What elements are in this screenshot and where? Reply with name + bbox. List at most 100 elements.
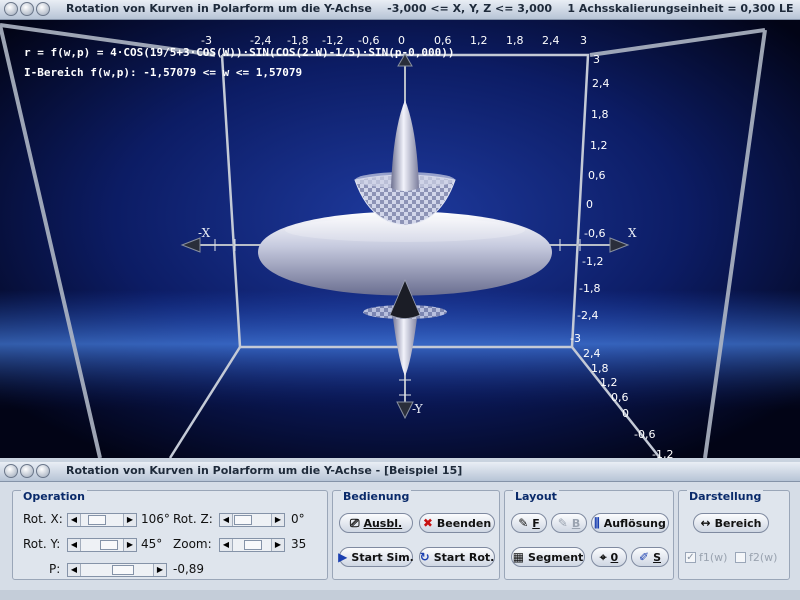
f2-checkbox[interactable]: f2(w) [735,551,777,564]
window-menu-icon[interactable] [4,464,18,478]
segment-label: Segment [528,550,584,564]
p-label: P: [49,562,61,576]
layout-group: Layout ✎ F ✎ B ⫼ Auflösung ▦ Segment ⌖ 0 ✐ S [504,490,674,580]
slider-thumb[interactable] [88,515,106,525]
right-tick: -3 [570,332,581,345]
grid-icon: ▦ [512,550,525,564]
rotz-value: 0° [291,512,305,526]
scroll-right-icon[interactable]: ▶ [123,539,136,551]
s-button[interactable]: ✐ S [631,547,669,567]
roty-value: 45° [141,537,163,551]
b-button[interactable]: ✎ B [551,513,587,533]
top-tick: 1,2 [470,34,488,47]
start-rot-button[interactable]: ↻ Start Rot. [419,547,495,567]
status-bar [0,590,800,600]
top-tick: -2,4 [250,34,272,47]
scroll-right-icon[interactable]: ▶ [271,514,284,526]
lower-tick: 0 [622,407,629,420]
window-title-scale: 1 Achsskalierungseinheit = 0,300 LE [567,2,794,15]
lower-tick: 1,2 [600,376,618,389]
f1-checkbox[interactable]: ✓ f1(w) [685,551,727,564]
beenden-label: Beenden [436,516,492,530]
right-tick: 3 [593,53,600,66]
panel-title: Rotation von Kurven in Polarform um die … [66,464,463,477]
bereich-label: Bereich [714,516,762,530]
ausbl-button[interactable]: ⎚ Ausbl. [339,513,413,533]
restore-icon[interactable] [36,464,50,478]
zero-label: 0 [610,550,619,564]
layout-title: Layout [513,490,559,503]
right-tick: -2,4 [577,309,599,322]
scroll-left-icon[interactable]: ◀ [220,539,233,551]
range-icon: ↔ [700,516,711,530]
scroll-left-icon[interactable]: ◀ [68,564,81,576]
rotx-slider[interactable]: ◀ ▶ [67,513,137,527]
zoom-label: Zoom: [173,537,212,551]
beenden-button[interactable]: ✖ Beenden [419,513,495,533]
top-tick: 3 [580,34,587,47]
roty-label: Rot. Y: [23,537,61,551]
close-x-icon: ✖ [422,516,433,530]
right-tick: 1,2 [590,139,608,152]
start-sim-label: Start Sim. [351,550,414,564]
lower-tick: -1,2 [652,448,674,458]
p-value: -0,89 [173,562,205,576]
aufloesung-button[interactable]: ⫼ Auflösung [591,513,669,533]
slider-thumb[interactable] [112,565,134,575]
slider-thumb[interactable] [234,515,252,525]
lower-tick: -0,6 [634,428,656,441]
scroll-right-icon[interactable]: ▶ [123,514,136,526]
p-slider[interactable]: ◀ ▶ [67,563,167,577]
top-tick: -0,6 [358,34,380,47]
scroll-right-icon[interactable]: ▶ [153,564,166,576]
minimize-icon[interactable] [20,2,34,16]
pencil-icon: ✐ [639,550,650,564]
operation-title: Operation [21,490,87,503]
rotz-label: Rot. Z: [173,512,213,526]
scroll-left-icon[interactable]: ◀ [220,514,233,526]
operation-group: Operation Rot. X: ◀ ▶ 106° Rot. Y: ◀ ▶ 4… [12,490,328,580]
bedienung-group: Bedienung ⎚ Ausbl. ✖ Beenden ▶ Start Sim. ↻… [332,490,500,580]
crosshair-icon: ⌖ [599,549,607,564]
roty-slider[interactable]: ◀ ▶ [67,538,137,552]
start-rot-label: Start Rot. [433,550,495,564]
window-controls [4,2,50,16]
scene-graphic [0,20,800,458]
zero-button[interactable]: ⌖ 0 [591,547,627,567]
resolution-icon: ⫼ [594,515,600,530]
top-tick: 0 [398,34,405,47]
darstellung-title: Darstellung [687,490,764,503]
start-sim-button[interactable]: ▶ Start Sim. [338,547,414,567]
slider-thumb[interactable] [100,540,118,550]
f2-check-icon[interactable] [735,552,746,563]
bedienung-title: Bedienung [341,490,412,503]
rotz-slider[interactable]: ◀ ▶ [219,513,285,527]
minimize-icon[interactable] [20,464,34,478]
scroll-left-icon[interactable]: ◀ [68,514,81,526]
formula-label: r = f(w,p) = 4·COS(19/5+3·COS(W))·SIN(CO… [24,46,455,59]
restore-icon[interactable] [36,2,50,16]
f2-label: f2(w) [749,551,778,564]
window-title-range: -3,000 <= X, Y, Z <= 3,000 [387,2,553,15]
range-label: I-Bereich f(w,p): -1,57079 <= w <= 1,570… [24,66,303,79]
erase-icon: ⎚ [349,515,360,530]
f1-check-icon[interactable]: ✓ [685,552,696,563]
zoom-slider[interactable]: ◀ ▶ [219,538,285,552]
darstellung-group: Darstellung ↔ Bereich ✓ f1(w) f2(w) [678,490,790,580]
bereich-button[interactable]: ↔ Bereich [693,513,769,533]
scroll-right-icon[interactable]: ▶ [271,539,284,551]
top-tick: 1,8 [506,34,524,47]
lower-tick: 0,6 [611,391,629,404]
window-menu-icon[interactable] [4,2,18,16]
f-button[interactable]: ✎ F [511,513,547,533]
control-panel: Operation Rot. X: ◀ ▶ 106° Rot. Y: ◀ ▶ 4… [0,482,800,600]
scroll-left-icon[interactable]: ◀ [68,539,81,551]
plot-viewport[interactable]: r = f(w,p) = 4·COS(19/5+3·COS(W))·SIN(CO… [0,20,800,458]
window-title-main: Rotation von Kurven in Polarform um die … [66,2,372,15]
slider-thumb[interactable] [244,540,262,550]
ausbl-label: Ausbl. [363,516,403,530]
axis-label-x: X [628,226,637,240]
lower-tick: 2,4 [583,347,601,360]
top-tick: 2,4 [542,34,560,47]
segment-button[interactable]: ▦ Segment [511,547,585,567]
